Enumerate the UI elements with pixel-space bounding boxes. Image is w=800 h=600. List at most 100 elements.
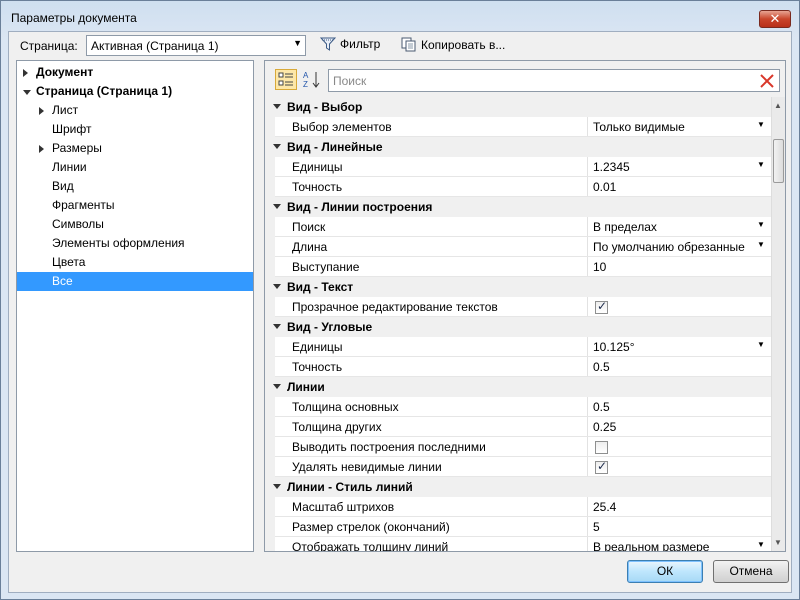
grid-category[interactable]: Вид - Выбор [265,97,771,117]
property-grid: Вид - Выбор Выбор элементов Только видимые… [265,97,771,551]
property-value[interactable]: 10.125° [593,340,635,354]
grid-row[interactable]: Выбор элементов Только видимые ▼ [265,117,771,137]
grid-row[interactable]: Прозрачное редактирование текстов [265,297,771,317]
collapsed-arrow-icon[interactable] [23,69,28,77]
grid-row[interactable]: Отображать толщину линий В реальном разме… [265,537,771,551]
grid-category[interactable]: Вид - Линейные [265,137,771,157]
column-divider [587,337,588,357]
page-select[interactable]: Активная (Страница 1) ▼ [86,35,306,56]
property-value[interactable]: 0.5 [593,400,610,414]
scroll-up-icon[interactable]: ▲ [774,101,782,110]
filter-button[interactable]: Фильтр [320,37,380,51]
close-button[interactable]: ✕ [759,10,791,28]
collapse-arrow-icon[interactable] [273,284,281,289]
copy-to-label: Копировать в... [421,37,506,52]
property-name: Выбор элементов [292,120,392,134]
property-value[interactable]: Только видимые [593,120,685,134]
tree-item[interactable]: Цвета [17,253,253,272]
property-name: Выступание [292,260,360,274]
tree-item[interactable]: Вид [17,177,253,196]
ok-button[interactable]: ОК [627,560,703,583]
grid-row[interactable]: Толщина других 0.25 [265,417,771,437]
grid-category[interactable]: Вид - Угловые [265,317,771,337]
property-value[interactable]: 0.5 [593,360,610,374]
grid-row[interactable]: Точность 0.01 [265,177,771,197]
cancel-button[interactable]: Отмена [713,560,789,583]
property-value[interactable]: 10 [593,260,606,274]
scroll-down-icon[interactable]: ▼ [774,538,782,547]
dropdown-arrow-icon[interactable]: ▼ [757,220,765,229]
property-value[interactable]: 0.01 [593,180,616,194]
collapsed-arrow-icon[interactable] [39,107,44,115]
collapse-arrow-icon[interactable] [273,204,281,209]
property-checkbox[interactable] [595,459,608,474]
grid-row[interactable]: Выводить построения последними [265,437,771,457]
property-name: Выводить построения последними [292,440,486,454]
tree-item[interactable]: Документ [17,63,253,82]
grid-category[interactable]: Вид - Текст [265,277,771,297]
tree-item[interactable]: Страница (Страница 1) [17,82,253,101]
column-divider [587,217,588,237]
grid-category[interactable]: Линии - Стиль линий [265,477,771,497]
grid-row[interactable]: Единицы 1.2345 ▼ [265,157,771,177]
row-gutter [265,397,275,417]
copy-to-button[interactable]: Копировать в... [401,37,505,52]
property-value[interactable]: 5 [593,520,600,534]
grid-row[interactable]: Удалять невидимые линии [265,457,771,477]
dropdown-arrow-icon[interactable]: ▼ [757,240,765,249]
collapse-arrow-icon[interactable] [273,144,281,149]
scroll-thumb[interactable] [773,139,784,183]
dropdown-arrow-icon[interactable]: ▼ [757,540,765,549]
tree-item[interactable]: Элементы оформления [17,234,253,253]
column-divider [587,237,588,257]
grid-row[interactable]: Поиск В пределах ▼ [265,217,771,237]
row-gutter [265,117,275,137]
dropdown-arrow-icon[interactable]: ▼ [757,120,765,129]
grid-category[interactable]: Вид - Линии построения [265,197,771,217]
tree-item[interactable]: Символы [17,215,253,234]
grid-row[interactable]: Длина По умолчанию обрезанные ▼ [265,237,771,257]
vertical-scrollbar[interactable]: ▲ ▼ [771,97,785,551]
collapse-arrow-icon[interactable] [273,104,281,109]
property-name: Точность [292,180,343,194]
collapse-arrow-icon[interactable] [273,324,281,329]
grid-row[interactable]: Размер стрелок (окончаний) 5 [265,517,771,537]
grid-row[interactable]: Единицы 10.125° ▼ [265,337,771,357]
property-value[interactable]: В пределах [593,220,657,234]
grid-row[interactable]: Масштаб штрихов 25.4 [265,497,771,517]
grid-row[interactable]: Выступание 10 [265,257,771,277]
collapsed-arrow-icon[interactable] [39,145,44,153]
grid-row[interactable]: Толщина основных 0.5 [265,397,771,417]
property-checkbox[interactable] [595,299,608,314]
search-input[interactable]: Поиск [328,69,780,92]
tree-item[interactable]: Размеры [17,139,253,158]
grid-row[interactable]: Точность 0.5 [265,357,771,377]
categorized-view-button[interactable] [275,69,297,90]
property-value[interactable]: По умолчанию обрезанные [593,240,745,254]
dropdown-arrow-icon[interactable]: ▼ [757,340,765,349]
grid-category[interactable]: Линии [265,377,771,397]
tree-item[interactable]: Фрагменты [17,196,253,215]
column-divider [587,517,588,537]
row-gutter [265,357,275,377]
property-value[interactable]: 0.25 [593,420,616,434]
column-divider [587,497,588,517]
row-gutter [265,437,275,457]
collapse-arrow-icon[interactable] [273,384,281,389]
collapse-arrow-icon[interactable] [273,484,281,489]
property-value[interactable]: 1.2345 [593,160,630,174]
tree-item[interactable]: Лист [17,101,253,120]
property-name: Прозрачное редактирование текстов [292,300,498,314]
property-value[interactable]: 25.4 [593,500,616,514]
tree-item[interactable]: Все [17,272,253,291]
alphabetical-sort-button[interactable]: A Z [301,69,323,90]
tree-item-label: Фрагменты [52,198,115,212]
clear-search-icon[interactable] [758,72,776,90]
property-value[interactable]: В реальном размере [593,540,709,551]
tree-item-label: Вид [52,179,74,193]
property-checkbox[interactable] [595,441,608,454]
tree-item[interactable]: Линии [17,158,253,177]
tree-item[interactable]: Шрифт [17,120,253,139]
expanded-arrow-icon[interactable] [23,90,31,95]
dropdown-arrow-icon[interactable]: ▼ [757,160,765,169]
